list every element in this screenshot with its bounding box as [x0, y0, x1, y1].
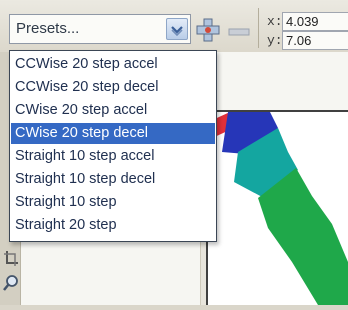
preset-item[interactable]: Straight 20 step [11, 215, 215, 236]
crop-tool-icon[interactable] [3, 250, 19, 268]
presets-label: Presets... [16, 20, 80, 37]
y-position-field[interactable]: 7.06 [282, 31, 348, 50]
x-label: x: [267, 14, 283, 29]
x-position-field[interactable]: 4.039 [282, 12, 348, 31]
chevron-down-icon [171, 26, 183, 36]
preset-item[interactable]: Straight 10 step decel [11, 169, 215, 190]
presets-dropdown-button[interactable] [166, 18, 188, 40]
remove-preset-button[interactable] [228, 24, 250, 36]
blend-object[interactable] [208, 112, 348, 305]
preset-item[interactable]: Straight 10 step [11, 192, 215, 213]
y-label: y: [267, 33, 283, 48]
preset-item[interactable]: CWise 20 step accel [11, 100, 215, 121]
preset-item[interactable]: CCWise 20 step decel [11, 77, 215, 98]
preset-item[interactable]: Straight 10 step accel [11, 146, 215, 167]
page-frame [206, 110, 348, 305]
property-bar: Presets... x: 4.039 y: 7.06 [0, 0, 348, 53]
blend-step-green [258, 168, 348, 305]
remove-preset-icon [228, 28, 250, 36]
preset-item[interactable]: CCWise 20 step accel [11, 54, 215, 75]
presets-dropdown[interactable]: Presets... [9, 14, 191, 44]
presets-list: CCWise 20 step accel CCWise 20 step dece… [9, 50, 217, 242]
add-preset-button[interactable] [194, 17, 222, 43]
toolbar-separator [258, 8, 259, 48]
add-preset-icon [196, 18, 220, 42]
preset-item-selected[interactable]: CWise 20 step decel [11, 123, 215, 144]
zoom-icon[interactable] [3, 274, 19, 292]
